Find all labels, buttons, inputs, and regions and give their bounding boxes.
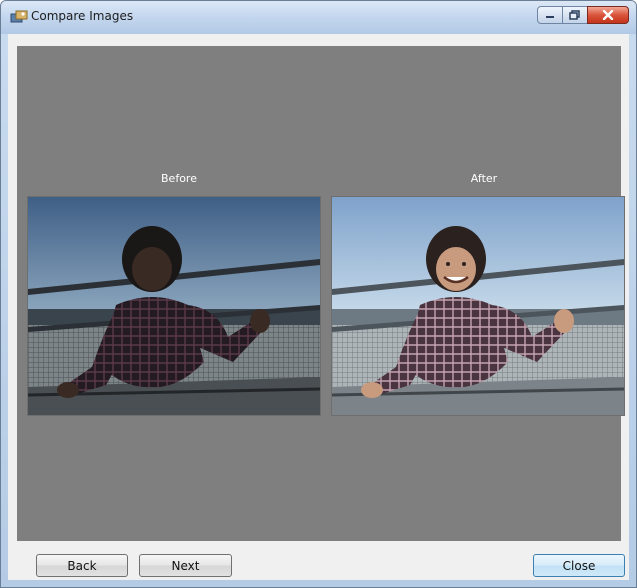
image-compare-area: Before After xyxy=(17,46,625,541)
close-icon xyxy=(602,10,614,20)
after-photo-graphic xyxy=(332,197,624,415)
compare-images-window: Compare Images Before After Back Next Cl… xyxy=(0,0,637,588)
minimize-button[interactable] xyxy=(537,6,563,24)
before-label: Before xyxy=(161,172,197,185)
close-button[interactable]: Close xyxy=(533,554,625,577)
close-window-button[interactable] xyxy=(587,6,629,24)
title-bar[interactable]: Compare Images xyxy=(1,1,636,34)
maximize-icon xyxy=(569,10,580,20)
window-controls xyxy=(537,6,629,26)
after-label: After xyxy=(470,172,498,185)
minimize-icon xyxy=(546,16,554,18)
back-button[interactable]: Back xyxy=(36,554,128,577)
next-button[interactable]: Next xyxy=(139,554,232,577)
before-image xyxy=(27,196,321,416)
compare-images-icon xyxy=(10,10,28,23)
maximize-button[interactable] xyxy=(562,6,588,24)
before-photo-graphic xyxy=(28,197,320,415)
window-title: Compare Images xyxy=(31,9,134,23)
after-image xyxy=(331,196,625,416)
dialog-body: Before After Back Next Close xyxy=(8,34,629,580)
